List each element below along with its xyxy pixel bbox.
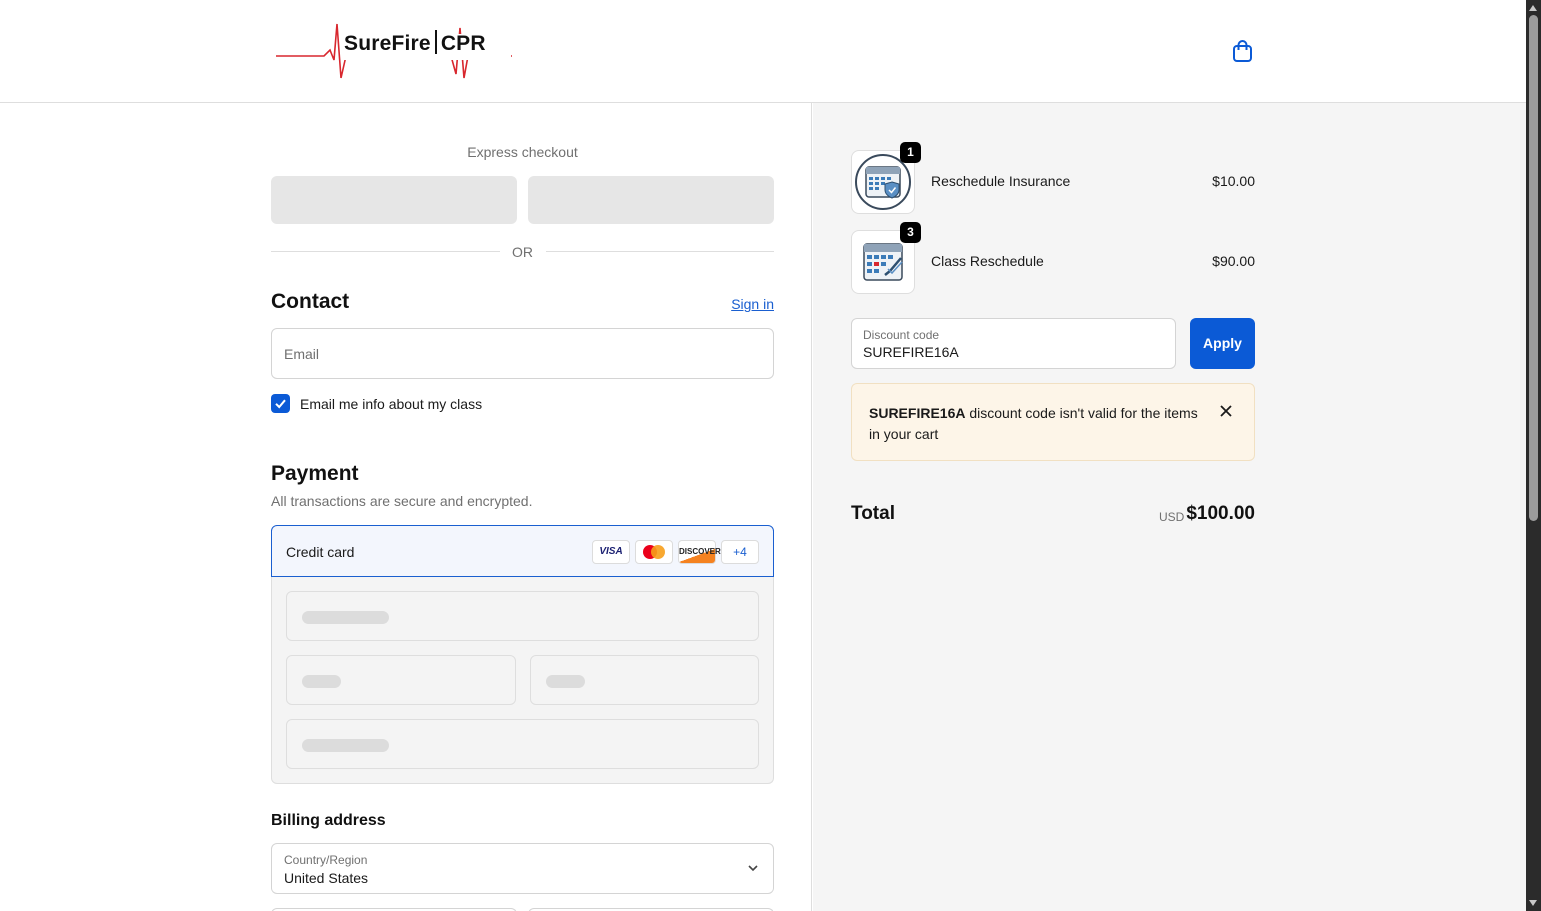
security-code-field[interactable] bbox=[530, 655, 759, 705]
contact-title: Contact bbox=[271, 290, 350, 313]
express-pay-button-1[interactable] bbox=[271, 176, 517, 224]
visa-icon: VISA bbox=[592, 540, 630, 564]
mastercard-icon bbox=[635, 540, 673, 564]
scroll-up-arrow-icon[interactable] bbox=[1529, 5, 1537, 11]
credit-card-label: Credit card bbox=[286, 544, 355, 560]
total-currency: USD bbox=[1159, 510, 1185, 524]
discount-error-notice: SUREFIRE16A discount code isn't valid fo… bbox=[851, 383, 1255, 461]
country-label: Country/Region bbox=[284, 853, 368, 867]
total-label: Total bbox=[851, 503, 895, 524]
discount-code-field[interactable]: Discount code SUREFIRE16A bbox=[851, 318, 1176, 369]
item-name: Class Reschedule bbox=[931, 253, 1044, 269]
page-scrollbar[interactable] bbox=[1526, 0, 1541, 911]
payment-title: Payment bbox=[271, 462, 359, 485]
item-price: $90.00 bbox=[1212, 253, 1255, 269]
credit-card-option[interactable]: Credit card VISA DISCOVER +4 bbox=[271, 525, 774, 577]
shopping-bag-icon bbox=[1233, 40, 1252, 62]
logo-text: SureFire CPR bbox=[344, 30, 486, 55]
scrollbar-thumb[interactable] bbox=[1529, 15, 1538, 521]
apply-button[interactable]: Apply bbox=[1190, 318, 1255, 369]
card-fields-loading bbox=[271, 577, 774, 784]
header: SureFire CPR bbox=[0, 0, 1526, 103]
total-value: $100.00 bbox=[1186, 503, 1255, 524]
order-summary: 1 Reschedule Insurance $10.00 3 Class Re… bbox=[813, 103, 1526, 911]
country-value: United States bbox=[284, 870, 369, 886]
more-cards-badge: +4 bbox=[721, 540, 759, 564]
checkout-page: SureFire CPR Express checkout OR Contact … bbox=[0, 0, 1541, 911]
discount-error-message: SUREFIRE16A discount code isn't valid fo… bbox=[869, 405, 1198, 442]
discount-code-value: SUREFIRE16A bbox=[863, 344, 959, 360]
country-select[interactable]: Country/Region United States bbox=[271, 843, 774, 894]
card-number-field[interactable] bbox=[286, 591, 759, 641]
checkmark-icon bbox=[275, 399, 286, 409]
close-notice-button[interactable] bbox=[1219, 404, 1233, 418]
cart-item: 3 Class Reschedule $90.00 bbox=[851, 222, 1255, 294]
item-name: Reschedule Insurance bbox=[931, 173, 1071, 189]
checkout-form: Express checkout OR Contact Sign in Emai… bbox=[0, 103, 812, 911]
email-placeholder: Email bbox=[284, 346, 320, 362]
cart-item: 1 Reschedule Insurance $10.00 bbox=[851, 142, 1255, 214]
item-quantity-badge: 1 bbox=[900, 142, 921, 163]
name-on-card-field[interactable] bbox=[286, 719, 759, 769]
expiration-field[interactable] bbox=[286, 655, 516, 705]
or-divider: OR bbox=[271, 243, 774, 261]
item-quantity-badge: 3 bbox=[900, 222, 921, 243]
sign-in-link[interactable]: Sign in bbox=[700, 296, 774, 312]
express-checkout-label: Express checkout bbox=[467, 144, 578, 160]
email-field[interactable]: Email bbox=[271, 328, 774, 379]
billing-address-title: Billing address bbox=[271, 812, 386, 829]
email-opt-in-label: Email me info about my class bbox=[300, 396, 483, 412]
scroll-down-arrow-icon[interactable] bbox=[1529, 900, 1537, 906]
item-price: $10.00 bbox=[1212, 173, 1255, 189]
payment-subtitle: All transactions are secure and encrypte… bbox=[271, 493, 533, 509]
email-opt-in-checkbox[interactable] bbox=[271, 394, 290, 413]
close-icon bbox=[1220, 405, 1232, 417]
chevron-down-icon bbox=[748, 865, 758, 872]
surefire-cpr-logo[interactable]: SureFire CPR bbox=[274, 20, 514, 82]
cart-button[interactable] bbox=[1230, 38, 1256, 64]
discover-icon: DISCOVER bbox=[678, 540, 721, 564]
discount-code-label: Discount code bbox=[863, 328, 940, 342]
express-pay-button-2[interactable] bbox=[528, 176, 774, 224]
